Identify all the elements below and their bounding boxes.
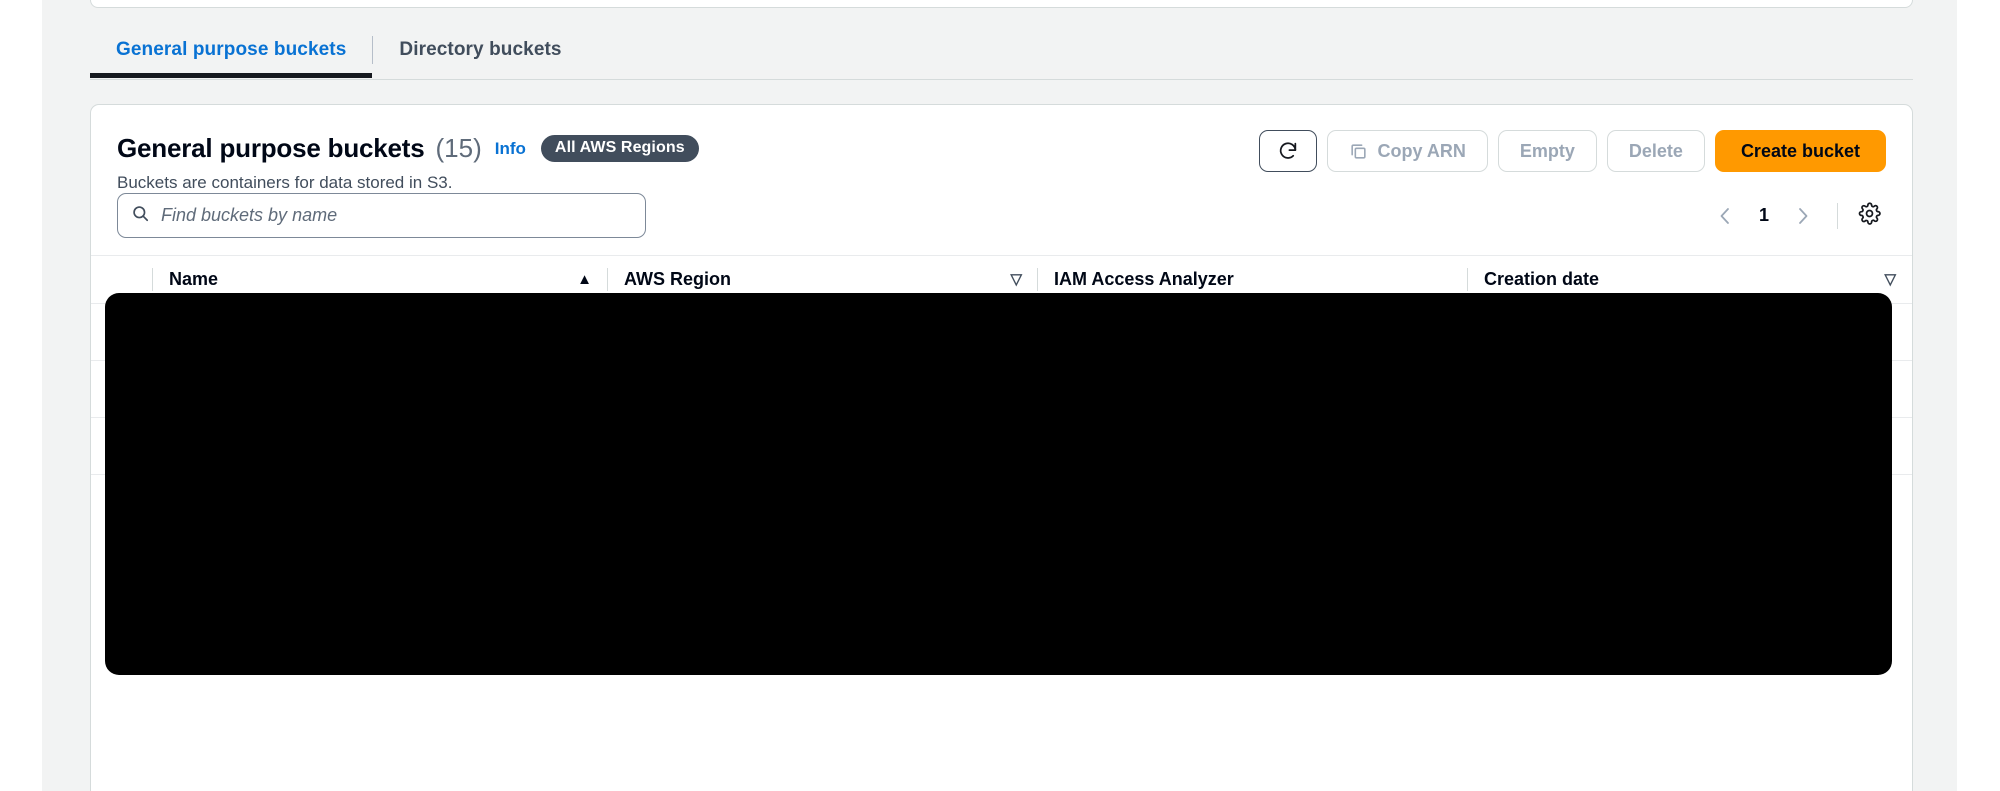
sort-descending-icon: ▽: [1884, 271, 1896, 288]
delete-label: Delete: [1628, 140, 1683, 161]
column-label: Creation date: [1484, 269, 1600, 289]
search-box[interactable]: [117, 193, 646, 238]
table-filter-row: 1: [91, 193, 1912, 255]
column-label: AWS Region: [624, 269, 731, 289]
table-preferences-button[interactable]: [1852, 199, 1886, 233]
refresh-icon: [1277, 140, 1299, 162]
panel-header: General purpose buckets (15) Info All AW…: [91, 105, 1912, 193]
sort-descending-icon: ▽: [1010, 271, 1022, 288]
search-input[interactable]: [161, 205, 632, 226]
copy-arn-button[interactable]: Copy ARN: [1326, 130, 1488, 172]
tab-label: General purpose buckets: [116, 39, 347, 60]
pagination-page-1[interactable]: 1: [1749, 205, 1779, 226]
pagination: 1: [1705, 193, 1886, 238]
info-link[interactable]: Info: [495, 139, 526, 159]
empty-button[interactable]: Empty: [1497, 130, 1597, 172]
empty-label: Empty: [1519, 140, 1575, 161]
column-label: Name: [169, 269, 219, 289]
tab-directory-buckets[interactable]: Directory buckets: [373, 22, 587, 78]
pagination-next-button[interactable]: [1783, 196, 1823, 236]
bucket-count: (15): [435, 133, 482, 163]
tabs-underline: [90, 79, 1913, 80]
region-scope-badge: All AWS Regions: [540, 135, 699, 162]
search-icon: [131, 204, 150, 228]
redacted-region: [105, 293, 1892, 675]
copy-icon: [1349, 142, 1368, 161]
app-root: General purpose buckets Directory bucket…: [0, 0, 2000, 791]
panel-subtitle: Buckets are containers for data stored i…: [117, 173, 453, 192]
page-title: General purpose buckets: [117, 133, 425, 163]
pagination-divider: [1837, 202, 1838, 229]
create-bucket-label: Create bucket: [1740, 140, 1860, 161]
previous-card-edge: [90, 0, 1913, 8]
tab-label: Directory buckets: [399, 39, 562, 60]
gear-icon: [1858, 201, 1881, 230]
create-bucket-button[interactable]: Create bucket: [1714, 130, 1886, 172]
copy-arn-label: Copy ARN: [1377, 140, 1466, 161]
bucket-type-tabs: General purpose buckets Directory bucket…: [90, 22, 1913, 80]
tab-general-purpose-buckets[interactable]: General purpose buckets: [90, 22, 373, 78]
sort-ascending-icon: ▲: [577, 271, 592, 288]
panel-actions: Copy ARN Empty Delete Create bucket: [1258, 130, 1886, 172]
delete-button[interactable]: Delete: [1606, 130, 1705, 172]
pagination-prev-button[interactable]: [1705, 196, 1745, 236]
refresh-button[interactable]: [1258, 130, 1317, 172]
column-label: IAM Access Analyzer: [1054, 269, 1234, 289]
